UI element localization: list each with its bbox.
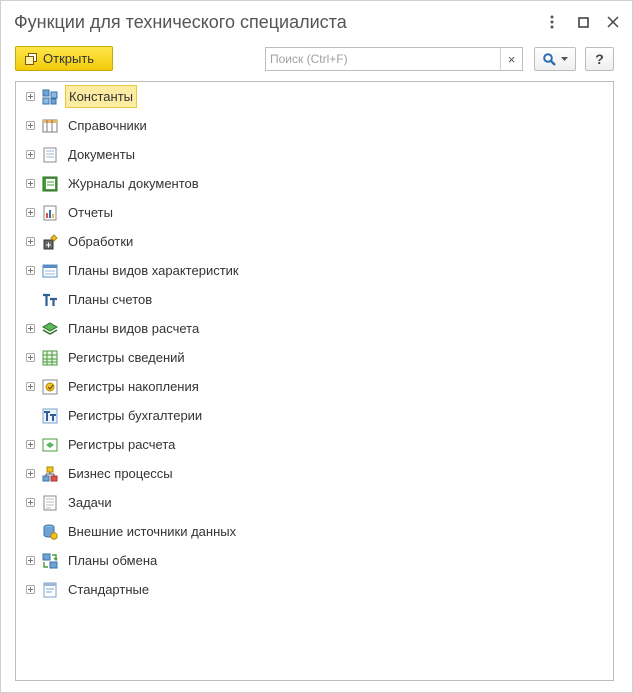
tree-item[interactable]: Регистры накопления <box>16 372 576 401</box>
expand-plus-icon[interactable] <box>26 237 35 246</box>
expand-plus-icon[interactable] <box>26 353 35 362</box>
accounting-registers-icon <box>42 408 58 424</box>
characteristic-types-icon <box>42 263 58 279</box>
search-button[interactable] <box>534 47 576 71</box>
tree-item[interactable]: Регистры бухгалтерии <box>16 401 576 430</box>
chart-of-accounts-icon <box>42 292 58 308</box>
information-registers-icon <box>42 350 58 366</box>
chevron-down-icon <box>560 57 568 61</box>
tree-item-label: Документы <box>68 147 136 162</box>
expand-plus-icon[interactable] <box>26 382 35 391</box>
tree-item-label: Обработки <box>68 234 134 249</box>
tree-item-label: Регистры накопления <box>68 379 199 394</box>
tree-item-label: Планы обмена <box>68 553 158 568</box>
tree-item-label: Регистры расчета <box>68 437 176 452</box>
tree-item[interactable]: Константы <box>16 82 576 111</box>
search-input[interactable] <box>266 48 500 70</box>
open-button[interactable]: Открыть <box>15 46 113 71</box>
tree-item-label: Регистры сведений <box>68 350 185 365</box>
tree-item-label: Журналы документов <box>68 176 199 191</box>
expand-plus-icon[interactable] <box>26 440 35 449</box>
search-icon <box>542 52 556 66</box>
constants-icon <box>42 89 58 105</box>
expand-plus-icon[interactable] <box>26 92 35 101</box>
calculation-types-icon <box>42 321 58 337</box>
tree-item-label: Отчеты <box>68 205 113 220</box>
tree-item[interactable]: Планы счетов <box>16 285 576 314</box>
toolbar: Открыть × ? <box>1 43 632 77</box>
tree-item[interactable]: Регистры расчета <box>16 430 576 459</box>
tree-item-label: Бизнес процессы <box>68 466 173 481</box>
tree-item[interactable]: Планы видов расчета <box>16 314 576 343</box>
tree-item-label: Внешние источники данных <box>68 524 237 539</box>
open-button-label: Открыть <box>43 51 95 66</box>
tree-item[interactable]: Регистры сведений <box>16 343 576 372</box>
expand-plus-icon[interactable] <box>26 585 35 594</box>
tree-item-label: Справочники <box>68 118 147 133</box>
tree-item-label: Задачи <box>68 495 112 510</box>
standard-icon <box>42 582 58 598</box>
search-clear-button[interactable]: × <box>500 48 522 70</box>
tree-item-label: Константы <box>65 85 137 108</box>
expand-plus-icon[interactable] <box>26 121 35 130</box>
maximize-icon <box>577 16 589 28</box>
close-button[interactable] <box>602 11 624 33</box>
open-icon <box>25 52 37 65</box>
external-data-sources-icon <box>42 524 58 540</box>
calculation-registers-icon <box>42 437 58 453</box>
expand-plus-icon[interactable] <box>26 150 35 159</box>
help-button[interactable]: ? <box>585 47 614 71</box>
tasks-icon <box>42 495 58 511</box>
close-icon <box>607 16 619 28</box>
tree-item[interactable]: Отчеты <box>16 198 576 227</box>
tree-item[interactable]: Документы <box>16 140 576 169</box>
metadata-tree: Константы Справочники Документы Журналы док… <box>15 81 614 681</box>
expand-plus-icon[interactable] <box>26 469 35 478</box>
reports-icon <box>42 205 58 221</box>
tree-item[interactable]: Планы обмена <box>16 546 576 575</box>
documents-icon <box>42 147 58 163</box>
data-processors-icon <box>42 234 58 250</box>
tree-item[interactable]: Журналы документов <box>16 169 576 198</box>
maximize-button[interactable] <box>572 11 594 33</box>
exchange-plans-icon <box>42 553 58 569</box>
more-actions-button[interactable] <box>541 11 563 33</box>
tree-item[interactable]: Обработки <box>16 227 576 256</box>
expand-plus-icon[interactable] <box>26 208 35 217</box>
expand-plus-icon[interactable] <box>26 179 35 188</box>
tree-item[interactable]: Справочники <box>16 111 576 140</box>
tree-item-label: Планы счетов <box>68 292 153 307</box>
expand-plus-icon[interactable] <box>26 498 35 507</box>
document-journals-icon <box>42 176 58 192</box>
tree-item[interactable]: Бизнес процессы <box>16 459 576 488</box>
tree-item[interactable]: Планы видов характеристик <box>16 256 576 285</box>
title-bar: Функции для технического специалиста <box>1 1 632 43</box>
accumulation-registers-icon <box>42 379 58 395</box>
tree-item[interactable]: Задачи <box>16 488 576 517</box>
more-vertical-icon <box>550 15 554 29</box>
tree-item-label: Регистры бухгалтерии <box>68 408 203 423</box>
tree-item-label: Планы видов характеристик <box>68 263 239 278</box>
expand-plus-icon[interactable] <box>26 324 35 333</box>
dialog-window: Функции для технического специалиста Отк… <box>0 0 633 693</box>
tree-item[interactable]: Внешние источники данных <box>16 517 576 546</box>
tree-item[interactable]: Стандартные <box>16 575 576 604</box>
expand-plus-icon[interactable] <box>26 266 35 275</box>
catalogs-icon <box>42 118 58 134</box>
window-title: Функции для технического специалиста <box>14 12 347 32</box>
search-box: × <box>265 47 523 71</box>
expand-plus-icon[interactable] <box>26 556 35 565</box>
business-processes-icon <box>42 466 58 482</box>
tree-item-label: Планы видов расчета <box>68 321 200 336</box>
tree-item-label: Стандартные <box>68 582 150 597</box>
